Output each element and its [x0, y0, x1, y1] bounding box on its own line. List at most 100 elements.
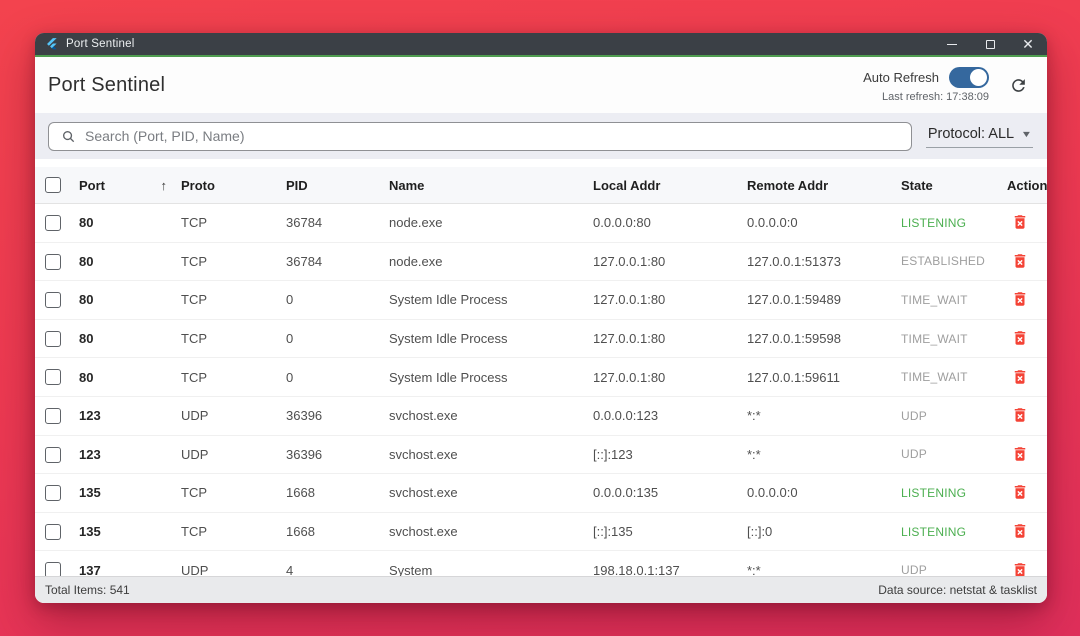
cell-local-addr: 0.0.0.0:80 [593, 215, 747, 230]
table-row: 135 TCP 1668 svchost.exe 0.0.0.0:135 0.0… [35, 474, 1047, 513]
row-checkbox-cell [45, 523, 79, 540]
table-row: 80 TCP 0 System Idle Process 127.0.0.1:8… [35, 320, 1047, 359]
column-header-pid[interactable]: PID [286, 178, 389, 193]
auto-refresh-toggle[interactable] [949, 67, 989, 88]
row-checkbox[interactable] [45, 485, 61, 501]
minimize-icon [947, 44, 957, 45]
chevron-down-icon: ▼ [1021, 129, 1033, 139]
cell-remote-addr: *:* [747, 408, 901, 423]
page-title: Port Sentinel [48, 74, 165, 97]
row-checkbox[interactable] [45, 408, 61, 424]
row-checkbox[interactable] [45, 215, 61, 231]
desktop-background: Port Sentinel ✕ Port Sentinel Auto Refre… [0, 0, 1080, 636]
column-header-state[interactable]: State [901, 178, 1007, 193]
delete-row-button[interactable] [1009, 404, 1031, 426]
select-all-checkbox[interactable] [45, 177, 61, 193]
row-checkbox-cell [45, 330, 79, 347]
cell-action [1007, 520, 1033, 543]
row-checkbox-cell [45, 292, 79, 309]
auto-refresh-label: Auto Refresh [863, 70, 939, 85]
trash-icon [1011, 329, 1029, 347]
search-icon [61, 129, 76, 144]
app-window: Port Sentinel ✕ Port Sentinel Auto Refre… [35, 33, 1047, 603]
cell-action [1007, 250, 1033, 273]
cell-port: 135 [79, 485, 181, 500]
cell-pid: 0 [286, 370, 389, 385]
delete-row-button[interactable] [1009, 211, 1031, 233]
sort-ascending-icon[interactable]: ↑ [161, 178, 168, 193]
column-header-proto[interactable]: Proto [181, 178, 286, 193]
total-items-label: Total Items: 541 [45, 583, 130, 597]
table-row: 80 TCP 0 System Idle Process 127.0.0.1:8… [35, 281, 1047, 320]
toggle-thumb [970, 69, 987, 86]
close-button[interactable]: ✕ [1009, 33, 1047, 55]
data-source-label: Data source: netstat & tasklist [878, 583, 1037, 597]
row-checkbox-cell [45, 253, 79, 270]
row-checkbox-cell [45, 369, 79, 386]
cell-port: 135 [79, 524, 181, 539]
cell-name: node.exe [389, 254, 593, 269]
cell-remote-addr: *:* [747, 447, 901, 462]
delete-row-button[interactable] [1009, 559, 1031, 576]
trash-icon [1011, 561, 1029, 576]
search-input[interactable] [85, 128, 901, 144]
cell-local-addr: 198.18.0.1:137 [593, 563, 747, 576]
cell-port: 80 [79, 215, 181, 230]
cell-state: LISTENING [901, 216, 1007, 230]
cell-pid: 36784 [286, 215, 389, 230]
cell-port: 80 [79, 370, 181, 385]
protocol-filter-dropdown[interactable]: Protocol: ALL ▼ [926, 124, 1033, 148]
cell-state: UDP [901, 447, 1007, 461]
cell-port: 80 [79, 254, 181, 269]
table-row: 123 UDP 36396 svchost.exe [::]:123 *:* U… [35, 436, 1047, 475]
refresh-button[interactable] [1007, 74, 1029, 96]
row-checkbox[interactable] [45, 331, 61, 347]
delete-row-button[interactable] [1009, 327, 1031, 349]
table-row: 80 TCP 0 System Idle Process 127.0.0.1:8… [35, 358, 1047, 397]
cell-pid: 36396 [286, 408, 389, 423]
cell-proto: TCP [181, 485, 286, 500]
cell-local-addr: 0.0.0.0:135 [593, 485, 747, 500]
delete-row-button[interactable] [1009, 443, 1031, 465]
window-titlebar[interactable]: Port Sentinel ✕ [35, 33, 1047, 57]
row-checkbox[interactable] [45, 447, 61, 463]
cell-pid: 1668 [286, 524, 389, 539]
row-checkbox[interactable] [45, 562, 61, 576]
row-checkbox[interactable] [45, 524, 61, 540]
column-header-remote-addr[interactable]: Remote Addr [747, 178, 901, 193]
column-header-local-addr[interactable]: Local Addr [593, 178, 747, 193]
row-checkbox[interactable] [45, 369, 61, 385]
maximize-button[interactable] [971, 33, 1009, 55]
delete-row-button[interactable] [1009, 366, 1031, 388]
cell-proto: TCP [181, 292, 286, 307]
status-bar: Total Items: 541 Data source: netstat & … [35, 576, 1047, 603]
column-header-port[interactable]: Port ↑ [79, 178, 181, 193]
cell-name: node.exe [389, 215, 593, 230]
cell-proto: TCP [181, 215, 286, 230]
row-checkbox-cell [45, 485, 79, 502]
delete-row-button[interactable] [1009, 520, 1031, 542]
table-row: 80 TCP 36784 node.exe 0.0.0.0:80 0.0.0.0… [35, 204, 1047, 243]
cell-action [1007, 481, 1033, 504]
cell-proto: TCP [181, 370, 286, 385]
cell-proto: UDP [181, 563, 286, 576]
column-header-name[interactable]: Name [389, 178, 593, 193]
cell-state: LISTENING [901, 486, 1007, 500]
row-checkbox[interactable] [45, 254, 61, 270]
cell-port: 123 [79, 447, 181, 462]
row-checkbox[interactable] [45, 292, 61, 308]
cell-action [1007, 443, 1033, 466]
trash-icon [1011, 522, 1029, 540]
cell-pid: 0 [286, 331, 389, 346]
cell-state: ESTABLISHED [901, 254, 1007, 268]
column-header-action: Action [1007, 178, 1047, 193]
search-box [48, 122, 912, 151]
cell-remote-addr: 127.0.0.1:59489 [747, 292, 901, 307]
maximize-icon [986, 40, 995, 49]
minimize-button[interactable] [933, 33, 971, 55]
delete-row-button[interactable] [1009, 481, 1031, 503]
cell-proto: TCP [181, 524, 286, 539]
delete-row-button[interactable] [1009, 288, 1031, 310]
select-all-cell [45, 177, 79, 194]
delete-row-button[interactable] [1009, 250, 1031, 272]
